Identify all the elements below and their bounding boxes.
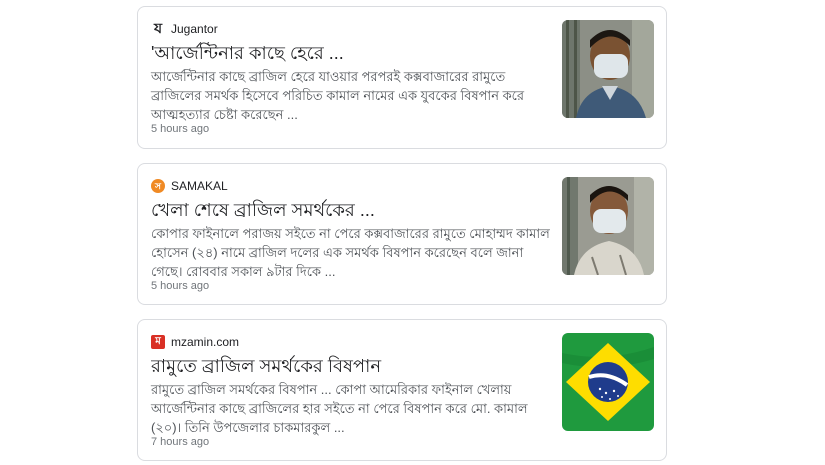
- article-snippet: রামুতে ব্রাজিল সমর্থকের বিষপান ... কোপা …: [151, 382, 528, 435]
- source-name: Jugantor: [171, 22, 218, 36]
- news-card[interactable]: ম mzamin.com রামুতে ব্রাজিল সমর্থকের বিষ…: [137, 319, 667, 461]
- man-with-mask-photo: [562, 20, 654, 118]
- source-name: SAMAKAL: [171, 179, 228, 193]
- article-thumbnail[interactable]: [562, 177, 654, 275]
- source-name: mzamin.com: [171, 335, 240, 349]
- headline-link[interactable]: 'আর্জেন্টিনার কাছে হেরে ...: [151, 41, 551, 65]
- news-card[interactable]: য Jugantor 'আর্জেন্টিনার কাছে হেরে ... আ…: [137, 6, 667, 149]
- headline-link[interactable]: খেলা শেষে ব্রাজিল সমর্থকের ...: [151, 198, 551, 222]
- news-card[interactable]: স SAMAKAL খেলা শেষে ব্রাজিল সমর্থকের ...…: [137, 163, 667, 305]
- source-row: য Jugantor: [151, 21, 218, 37]
- source-row: স SAMAKAL: [151, 178, 228, 194]
- timestamp: 7 hours ago: [151, 436, 210, 448]
- article-thumbnail[interactable]: [562, 20, 654, 118]
- jugantor-logo-icon: য: [153, 21, 163, 37]
- samakal-logo-icon: স: [151, 179, 165, 193]
- man-with-mask-photo: [562, 177, 654, 275]
- timestamp: 5 hours ago: [151, 280, 210, 292]
- article-snippet: আর্জেন্টিনার কাছে ব্রাজিল হেরে যাওয়ার প…: [151, 69, 525, 122]
- mzamin-logo-icon: ম: [151, 335, 165, 349]
- timestamp: 5 hours ago: [151, 123, 210, 135]
- source-row: ম mzamin.com: [151, 334, 239, 350]
- brazil-flag-image: [562, 333, 654, 431]
- article-snippet: কোপার ফাইনালে পরাজয় সইতে না পেরে কক্সবা…: [151, 226, 550, 279]
- article-thumbnail[interactable]: [562, 333, 654, 431]
- headline-link[interactable]: রামুতে ব্রাজিল সমর্থকের বিষপান: [151, 354, 551, 378]
